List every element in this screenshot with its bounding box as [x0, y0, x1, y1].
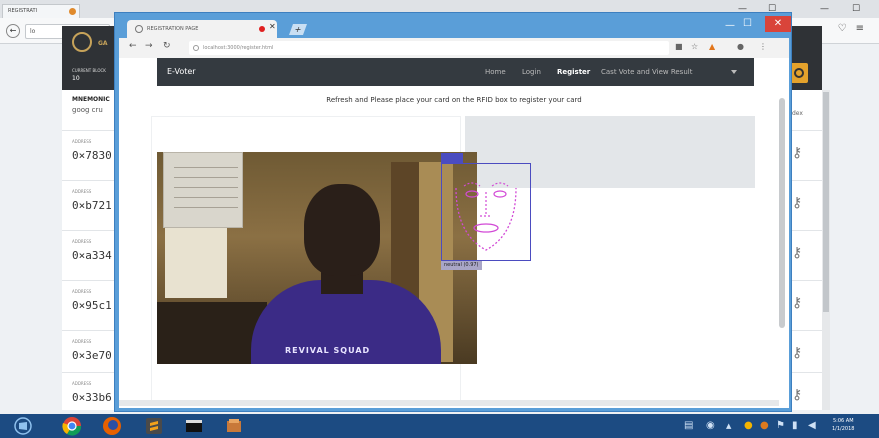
face-detection-tag	[441, 153, 463, 163]
bg-column-hint: dex	[792, 110, 803, 117]
bg-app-brand: GA	[98, 40, 108, 47]
key-icon[interactable]: ⚷	[792, 145, 802, 161]
minimize-icon[interactable]: —	[725, 20, 735, 31]
key-icon[interactable]: ⚷	[792, 345, 802, 361]
navbar-brand[interactable]: E-Voter	[167, 67, 196, 76]
fg-toolbar: ← → ↻ localhost:3000/register.html ■ ☆ ▲…	[119, 38, 789, 58]
key-icon[interactable]: ⚷	[792, 195, 802, 211]
page-scrollbar-thumb[interactable]	[779, 98, 785, 328]
recording-indicator-icon	[259, 26, 265, 32]
bg-search-icon	[794, 68, 804, 78]
webcam-video: REVIVAL SQUAD	[157, 152, 477, 364]
forward-icon[interactable]: →	[145, 41, 153, 51]
webcam-shirt-text: REVIVAL SQUAD	[285, 346, 371, 355]
volume-icon[interactable]: ◀	[808, 420, 816, 431]
evoter-navbar: E-Voter Home Login Register Cast Vote an…	[157, 58, 754, 86]
bg-toolbar-icons[interactable]: ♡≡	[838, 23, 873, 34]
menu-kebab-icon[interactable]: ⋮	[759, 42, 767, 51]
bg-heart-icon[interactable]: ♡	[838, 23, 856, 34]
address-bar[interactable]: localhost:3000/register.html	[189, 41, 669, 55]
rfid-instruction: Refresh and Please place your card on th…	[326, 96, 582, 104]
keyboard-icon[interactable]: ▤	[684, 420, 693, 431]
face-expression-label: neutral (0.97)	[441, 261, 482, 270]
battery-icon[interactable]: ▮	[792, 420, 798, 431]
flag-icon[interactable]: ⚑	[776, 420, 785, 431]
nav-dropdown-caret-icon[interactable]	[731, 70, 737, 74]
webcam-wall-poster	[163, 152, 243, 228]
windows-start-icon[interactable]	[14, 417, 32, 435]
account-address: 0×7830	[72, 149, 112, 162]
nav-cast-vote[interactable]: Cast Vote and View Result	[601, 68, 692, 76]
account-label: ADDRESS	[72, 239, 92, 244]
bg-mnemonic: MNEMONIC goog cru	[72, 96, 110, 114]
taskbar-chrome-icon[interactable]	[56, 416, 88, 436]
account-label: ADDRESS	[72, 139, 92, 144]
bg-address-text: lo	[30, 28, 36, 35]
registration-tab[interactable]: REGISTRATION PAGE	[127, 20, 277, 38]
taskbar-terminal-icon[interactable]	[178, 416, 210, 436]
account-label: ADDRESS	[72, 339, 92, 344]
bg-mnemonic-title: MNEMONIC	[72, 96, 110, 103]
account-label: ADDRESS	[72, 189, 92, 194]
back-icon[interactable]: ←	[129, 41, 137, 51]
bg-current-block-label: CURRENT BLOCK	[72, 68, 106, 73]
fg-tabbar: REGISTRATION PAGE ✕ + — ☐ ✕	[119, 16, 791, 38]
reload-icon[interactable]: ↻	[163, 41, 171, 51]
tab-close-icon[interactable]: ✕	[269, 22, 276, 31]
account-address: 0×b721	[72, 199, 112, 212]
bg-mnemonic-words: goog cru	[72, 106, 103, 114]
bg-app-logo-icon	[72, 32, 92, 52]
webcam-person-head	[304, 184, 380, 276]
account-address: 0×a334	[72, 249, 112, 262]
key-icon[interactable]: ⚷	[792, 295, 802, 311]
taskbar-app-icon[interactable]	[218, 416, 250, 436]
taskbar-clock[interactable]: 5:06 AM 1/1/2018	[832, 417, 854, 433]
bg-back-icon[interactable]: ←	[6, 24, 20, 38]
nav-login[interactable]: Login	[522, 68, 541, 76]
new-tab-button[interactable]: +	[288, 24, 308, 35]
site-info-icon[interactable]	[193, 45, 199, 51]
tray-app-icon[interactable]: ●	[744, 420, 753, 431]
webcam-window-light	[165, 228, 227, 298]
metamask-fox-icon[interactable]: ▲	[709, 42, 715, 51]
page-horizontal-scrollbar[interactable]	[119, 400, 779, 406]
taskbar-firefox-icon[interactable]	[96, 416, 128, 436]
camera-icon[interactable]: ■	[675, 42, 683, 51]
key-icon[interactable]: ⚷	[792, 387, 802, 403]
clock-time: 5:06 AM	[832, 418, 854, 424]
account-icon[interactable]: ●	[737, 42, 744, 51]
key-icon[interactable]: ⚷	[792, 245, 802, 261]
bg-tab-title: REGISTRATI	[8, 8, 38, 14]
bg-scrollbar-thumb[interactable]	[823, 92, 829, 312]
face-detection-box	[441, 163, 531, 261]
taskbar-sublime-icon[interactable]	[138, 416, 170, 436]
account-address: 0×3e70	[72, 349, 112, 362]
bookmark-star-icon[interactable]: ☆	[691, 42, 698, 51]
desktop-screen: REGISTRATI — ☐ — ☐ ← lo ♡≡ GA CURRENT BL…	[0, 0, 879, 438]
account-address: 0×95c1	[72, 299, 112, 312]
account-label: ADDRESS	[72, 289, 92, 294]
registration-tab-title: REGISTRATION PAGE	[147, 26, 199, 32]
bg-browser-tab[interactable]: REGISTRATI	[2, 4, 80, 18]
account-address: 0×33b6	[72, 391, 112, 404]
nav-register[interactable]: Register	[557, 68, 590, 76]
maximize-icon[interactable]: ☐	[743, 18, 752, 29]
windows-taskbar: ▤ ◉ ▲ ● ● ⚑ ▮ ◀ 5:06 AM 1/1/2018	[0, 414, 879, 438]
bg-maximize-icon-2[interactable]: ☐	[852, 4, 860, 14]
tab-favicon-icon	[135, 25, 143, 33]
bg-current-block-value: 10	[72, 75, 80, 82]
face-landmarks	[455, 182, 517, 251]
window-close-button[interactable]: ✕	[765, 16, 791, 32]
bg-menu-icon[interactable]: ≡	[856, 23, 873, 34]
account-label: ADDRESS	[72, 381, 92, 386]
tray-overflow-icon[interactable]: ▲	[726, 422, 731, 430]
tray-app-icon-2[interactable]: ●	[760, 420, 769, 431]
clock-date: 1/1/2018	[832, 426, 855, 432]
bg-tab-favicon-icon	[69, 8, 76, 15]
nav-home[interactable]: Home	[485, 68, 506, 76]
network-icon[interactable]: ◉	[706, 420, 715, 431]
bg-close-icon[interactable]: —	[820, 4, 829, 14]
address-bar-text: localhost:3000/register.html	[203, 45, 274, 51]
